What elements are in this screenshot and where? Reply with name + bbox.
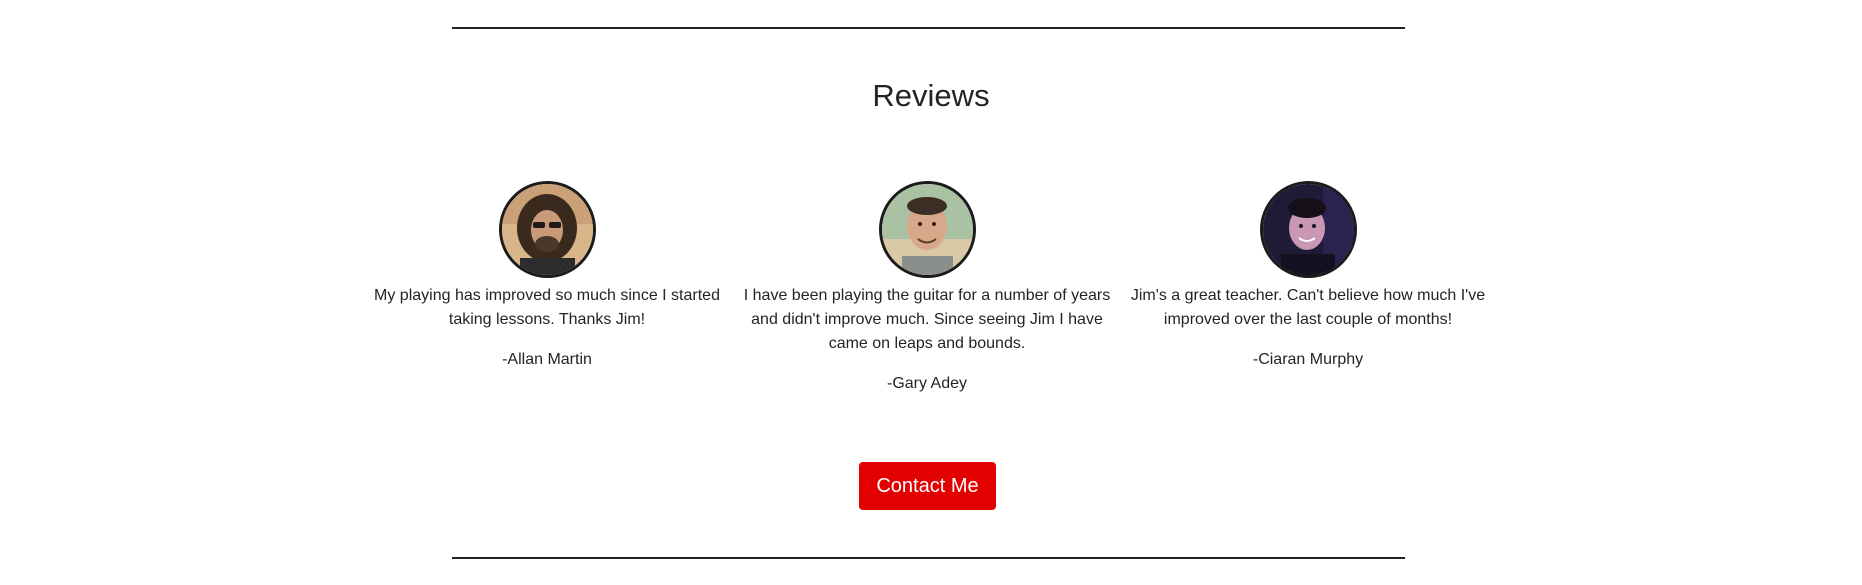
review-author: -Ciaran Murphy — [1252, 351, 1364, 368]
reviewer-photo-allan-icon — [501, 184, 593, 275]
review-card: Jim's a great teacher. Can't believe how… — [1122, 181, 1494, 372]
contact-me-button[interactable]: Contact Me — [859, 462, 996, 510]
review-card: I have been playing the guitar for a num… — [741, 181, 1113, 396]
section-title: Reviews — [872, 78, 990, 113]
top-divider — [452, 27, 1405, 29]
review-card: My playing has improved so much since I … — [361, 181, 733, 372]
reviewer-photo-gary-icon — [881, 184, 973, 275]
reviewer-avatar-ciaran — [1259, 181, 1357, 278]
review-author: -Gary Adey — [886, 375, 968, 392]
reviewer-avatar-allan — [498, 181, 596, 278]
reviewer-avatar-gary — [878, 181, 976, 278]
review-quote: My playing has improved so much since I … — [374, 287, 720, 328]
review-quote: I have been playing the guitar for a num… — [743, 287, 1111, 352]
review-quote: Jim's a great teacher. Can't believe how… — [1130, 287, 1486, 328]
review-author: -Allan Martin — [502, 351, 592, 368]
bottom-divider — [452, 557, 1405, 559]
reviewer-photo-ciaran-icon — [1262, 184, 1354, 275]
